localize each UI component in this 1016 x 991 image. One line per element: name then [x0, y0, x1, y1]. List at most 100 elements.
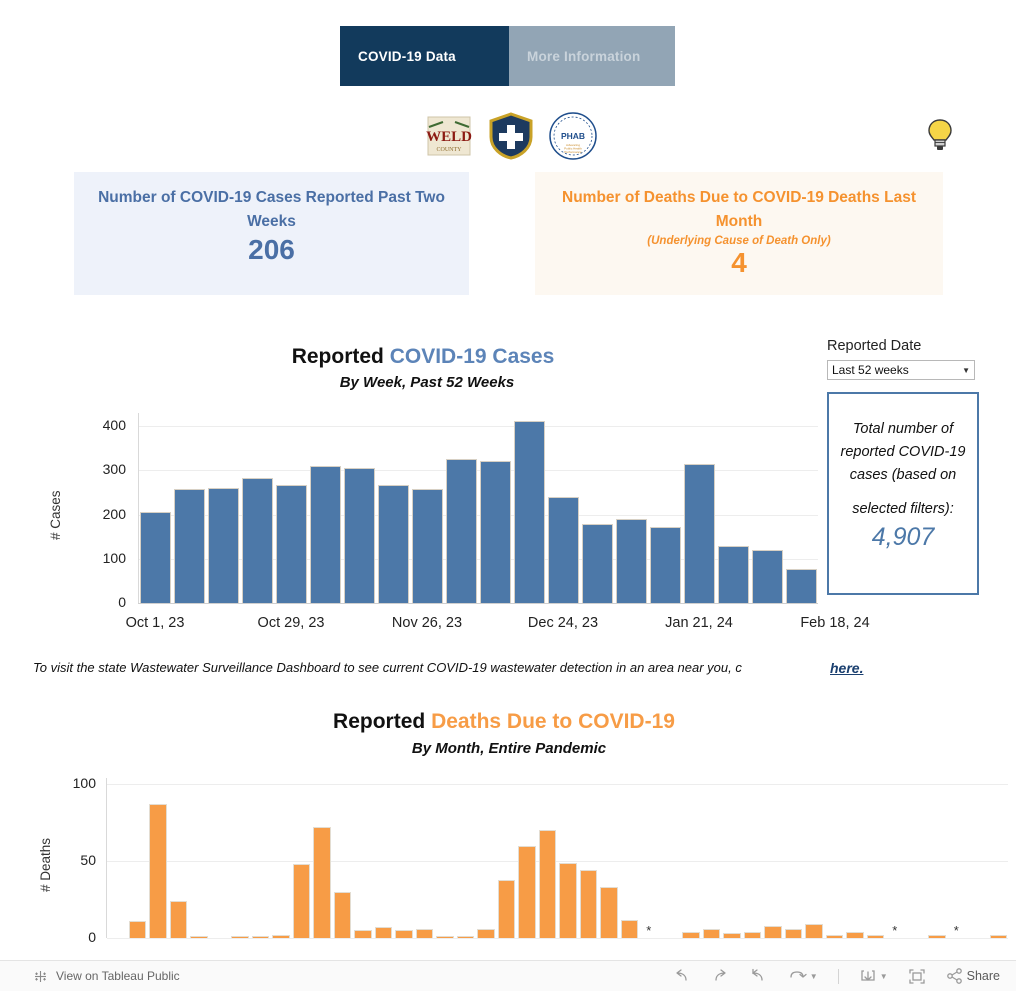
svg-text:COUNTY: COUNTY	[437, 147, 463, 153]
bar[interactable]	[928, 934, 946, 938]
deaths-chart-title: Reported Deaths Due to COVID-19	[200, 710, 808, 734]
deaths-y-axis-label: # Deaths	[38, 837, 53, 892]
bar[interactable]	[251, 936, 269, 938]
chevron-down-icon: ▼	[809, 971, 818, 981]
deaths-bars: * * *	[107, 778, 1008, 938]
bar[interactable]	[989, 934, 1007, 938]
cases-x-axis-line	[138, 603, 818, 604]
bar[interactable]	[378, 484, 409, 603]
bottom-toolbar: View on Tableau Public ▼ ▼ Share	[0, 960, 1016, 991]
bar[interactable]	[354, 930, 372, 938]
gridline	[107, 938, 1008, 939]
kpi-card-deaths: Number of Deaths Due to COVID-19 Deaths …	[535, 172, 943, 295]
fullscreen-button[interactable]	[908, 968, 926, 985]
revert-button[interactable]	[749, 968, 767, 984]
bar[interactable]	[333, 891, 351, 938]
bar[interactable]	[548, 497, 579, 603]
bar[interactable]	[784, 928, 802, 938]
y-tick-label: 400	[102, 417, 126, 434]
y-tick-label: 100	[72, 775, 96, 792]
bar[interactable]	[128, 921, 146, 938]
x-tick-label: Jan 21, 24	[665, 615, 733, 631]
bar[interactable]	[174, 489, 205, 603]
cases-bars	[139, 413, 818, 603]
refresh-button[interactable]: ▼	[787, 968, 818, 984]
bar[interactable]	[600, 887, 618, 938]
bar[interactable]	[786, 569, 817, 603]
redo-button[interactable]	[711, 968, 729, 984]
bar[interactable]	[395, 930, 413, 938]
total-cases-text-line1: Total number of reported COVID-19 cases …	[840, 421, 966, 483]
y-tick-label: 200	[102, 505, 126, 522]
download-button[interactable]: ▼	[859, 968, 888, 985]
deaths-bar-chart: # Deaths 0 50 100 * * *	[28, 770, 1008, 945]
cases-bar-chart: # Cases 0 100 200 300 400 Oct 1, 23 Oct 29, 2…	[36, 405, 870, 645]
cases-y-axis-label: # Cases	[48, 490, 63, 540]
kpi-deaths-value: 4	[731, 247, 747, 279]
bar[interactable]	[412, 488, 443, 603]
bar[interactable]	[415, 928, 433, 938]
bar[interactable]	[242, 478, 273, 603]
bar[interactable]	[752, 549, 783, 603]
health-shield-logo	[485, 110, 537, 162]
kpi-cases-value: 206	[248, 234, 295, 266]
bar[interactable]	[825, 934, 843, 938]
bar[interactable]	[374, 927, 392, 938]
kpi-deaths-title: Number of Deaths Due to COVID-19 Deaths …	[562, 189, 916, 231]
bar[interactable]	[805, 924, 823, 938]
bar[interactable]	[292, 864, 310, 938]
bar[interactable]	[149, 804, 167, 938]
bar[interactable]	[616, 519, 647, 603]
bar[interactable]	[846, 931, 864, 938]
wastewater-note: To visit the state Wastewater Surveillan…	[33, 660, 742, 675]
undo-button[interactable]	[673, 968, 691, 984]
lightbulb-icon[interactable]	[926, 117, 954, 155]
bar[interactable]	[446, 458, 477, 603]
bar[interactable]	[310, 466, 341, 603]
bar[interactable]	[579, 870, 597, 938]
bar[interactable]	[650, 527, 681, 603]
bar[interactable]	[480, 461, 511, 603]
tab-label: COVID-19 Data	[358, 48, 456, 64]
bar[interactable]	[764, 925, 782, 938]
share-button[interactable]: Share	[946, 968, 1000, 984]
bar[interactable]	[743, 931, 761, 938]
chevron-down-icon: ▼	[879, 971, 888, 981]
bar[interactable]	[538, 830, 556, 938]
bar[interactable]	[723, 933, 741, 938]
bar[interactable]	[477, 928, 495, 938]
wastewater-here-link[interactable]: here.	[826, 660, 864, 676]
bar[interactable]	[436, 936, 454, 938]
bar[interactable]	[190, 936, 208, 938]
bar[interactable]	[497, 879, 515, 938]
bar[interactable]	[276, 484, 307, 603]
tab-more-information[interactable]: More Information	[509, 26, 675, 86]
bar[interactable]	[582, 524, 613, 603]
bar[interactable]	[559, 862, 577, 938]
bar[interactable]	[866, 934, 884, 938]
bar[interactable]	[518, 845, 536, 938]
bar[interactable]	[682, 931, 700, 938]
bar[interactable]	[313, 827, 331, 938]
cases-title-accent: COVID-19 Cases	[389, 345, 555, 368]
tableau-public-link[interactable]: View on Tableau Public	[33, 969, 180, 984]
bar[interactable]	[208, 487, 239, 603]
tableau-logo-icon	[33, 969, 48, 984]
bar[interactable]	[702, 928, 720, 938]
bar[interactable]	[620, 919, 638, 938]
y-tick-label: 0	[88, 929, 96, 945]
reported-date-select[interactable]: Last 52 weeks ▼	[827, 360, 975, 380]
bar[interactable]	[456, 936, 474, 938]
tab-covid-19-data[interactable]: COVID-19 Data	[340, 26, 509, 86]
bar[interactable]	[272, 934, 290, 938]
cases-chart-subtitle: By Week, Past 52 Weeks	[339, 374, 515, 391]
bar[interactable]	[344, 468, 375, 603]
bar[interactable]	[140, 511, 171, 603]
bar[interactable]	[169, 901, 187, 938]
logo-row: WELD COUNTY PHAB Advancing Public Health…	[423, 110, 599, 162]
bar[interactable]	[684, 464, 715, 603]
tab-label: More Information	[527, 48, 641, 64]
bar[interactable]	[718, 545, 749, 603]
bar[interactable]	[231, 936, 249, 938]
bar[interactable]	[514, 420, 545, 603]
